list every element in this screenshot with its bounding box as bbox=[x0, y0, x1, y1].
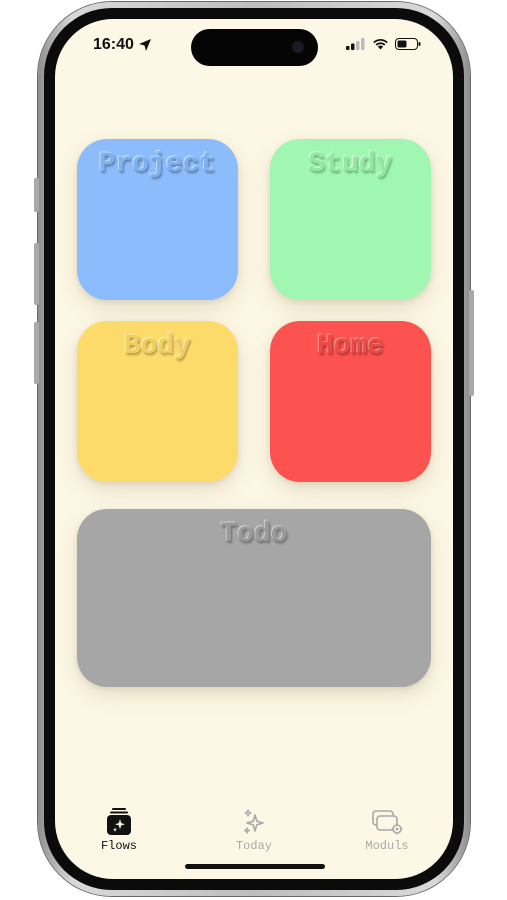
status-bar: 16:40 bbox=[55, 19, 453, 71]
tab-moduls-label: Moduls bbox=[365, 839, 409, 853]
moduls-icon bbox=[372, 810, 403, 835]
tab-moduls[interactable]: Moduls bbox=[347, 807, 427, 853]
tile-home[interactable]: Home bbox=[270, 321, 431, 482]
tile-todo[interactable]: Todo bbox=[77, 509, 431, 687]
tile-home-label: Home bbox=[316, 331, 385, 362]
dynamic-island bbox=[191, 29, 318, 66]
app-screen: 16:40 Project Study Body Home Todo Flows… bbox=[55, 19, 453, 879]
power-button bbox=[469, 290, 474, 396]
status-time: 16:40 bbox=[93, 36, 134, 53]
location-arrow-icon bbox=[138, 39, 151, 51]
tab-today-label: Today bbox=[235, 839, 272, 853]
volume-up-button bbox=[34, 243, 39, 305]
tile-study[interactable]: Study bbox=[270, 139, 431, 300]
status-time-group: 16:40 bbox=[93, 36, 152, 54]
action-button bbox=[34, 178, 39, 212]
battery-icon bbox=[395, 38, 421, 50]
tile-study-label: Study bbox=[308, 149, 393, 180]
sparkles-icon bbox=[243, 809, 264, 834]
home-indicator[interactable] bbox=[185, 864, 325, 869]
tile-todo-label: Todo bbox=[220, 519, 288, 550]
tab-flows-label: Flows bbox=[100, 839, 137, 853]
tile-project-label: Project bbox=[98, 149, 217, 180]
wifi-icon bbox=[373, 39, 388, 50]
tile-project[interactable]: Project bbox=[77, 139, 238, 300]
tab-today[interactable]: Today bbox=[214, 807, 294, 853]
tile-body-label: Body bbox=[123, 331, 192, 362]
volume-down-button bbox=[34, 322, 39, 384]
front-camera bbox=[292, 41, 304, 53]
status-icons bbox=[346, 38, 421, 50]
tab-flows[interactable]: Flows bbox=[79, 807, 159, 853]
cellular-signal-icon bbox=[346, 38, 365, 50]
flows-icon bbox=[107, 808, 131, 835]
tile-body[interactable]: Body bbox=[77, 321, 238, 482]
